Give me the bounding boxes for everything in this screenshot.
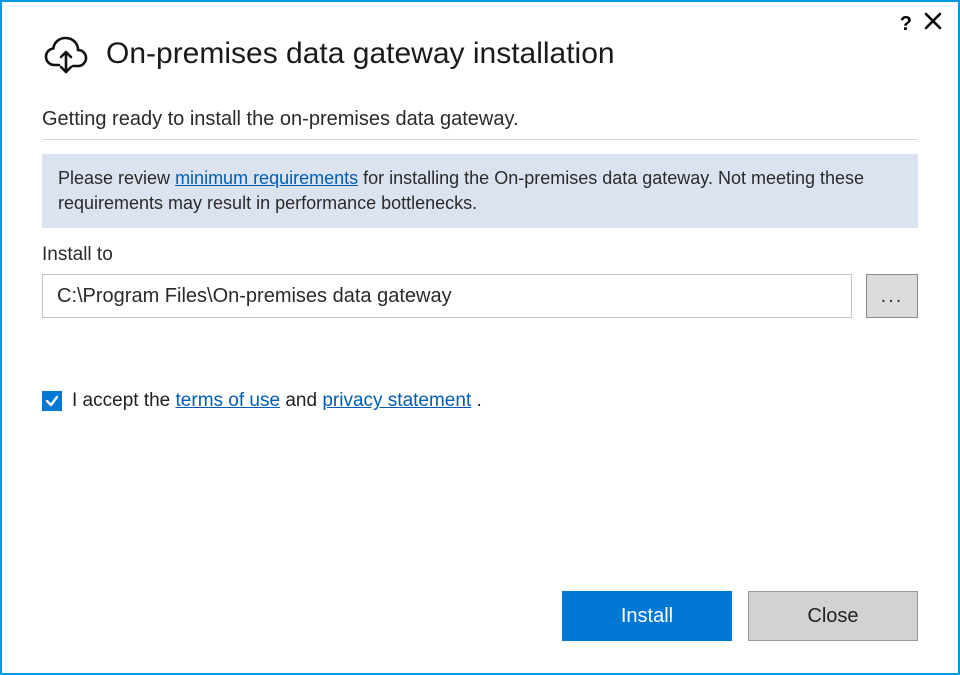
page-title: On-premises data gateway installation bbox=[106, 37, 615, 71]
footer: Install Close bbox=[2, 591, 958, 673]
accept-checkbox[interactable] bbox=[42, 391, 62, 411]
subtitle: Getting ready to install the on-premises… bbox=[42, 108, 918, 131]
install-button[interactable]: Install bbox=[562, 591, 732, 641]
install-to-label: Install to bbox=[42, 244, 918, 266]
install-path-row: ... bbox=[42, 274, 918, 318]
accept-text: I accept the terms of use and privacy st… bbox=[72, 390, 482, 412]
divider bbox=[42, 139, 918, 140]
window-controls: ? bbox=[900, 12, 942, 36]
cloud-icon bbox=[42, 30, 90, 78]
installer-window: ? On-premises data gateway installation … bbox=[0, 0, 960, 675]
info-box: Please review minimum requirements for i… bbox=[42, 154, 918, 228]
install-path-input[interactable] bbox=[42, 274, 852, 318]
terms-link[interactable]: terms of use bbox=[176, 390, 281, 411]
browse-button[interactable]: ... bbox=[866, 274, 918, 318]
info-prefix: Please review bbox=[58, 168, 175, 188]
accept-row: I accept the terms of use and privacy st… bbox=[42, 390, 918, 412]
header: On-premises data gateway installation bbox=[42, 30, 918, 78]
min-requirements-link[interactable]: minimum requirements bbox=[175, 168, 358, 188]
close-button[interactable]: Close bbox=[748, 591, 918, 641]
close-icon[interactable] bbox=[924, 12, 942, 36]
help-icon[interactable]: ? bbox=[900, 13, 912, 36]
privacy-link[interactable]: privacy statement bbox=[322, 390, 471, 411]
